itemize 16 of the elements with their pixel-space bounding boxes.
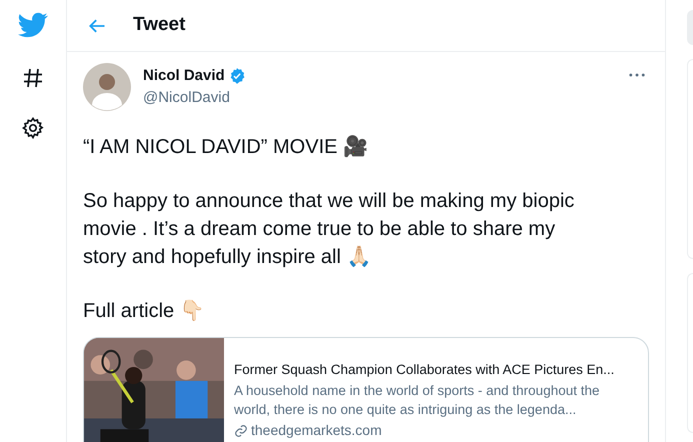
more-options-icon[interactable]	[629, 73, 645, 77]
link-domain: theedgemarkets.com	[251, 421, 382, 440]
link-description: A household name in the world of sports - and throughout the world, there is no one quite as intriguing as the legenda...	[234, 382, 600, 419]
link-title: Former Squash Champion Collaborates with ACE Pictures En...	[234, 361, 616, 379]
settings-icon[interactable]	[21, 116, 45, 140]
link-card[interactable]: Former Squash Champion Collaborates with ACE Pictures En... A household name in the world of sports - and throughout the world, there is no one quite as intriguing as the legenda... theedgemarkets.com	[83, 337, 649, 442]
author-name[interactable]: Nicol David	[143, 64, 225, 87]
hashtag-icon[interactable]	[21, 66, 45, 90]
link-icon	[234, 424, 248, 438]
avatar[interactable]	[83, 63, 131, 111]
author-handle: @NicolDavid	[143, 88, 231, 108]
bird-logo-icon[interactable]	[18, 10, 48, 40]
page-title: Tweet	[133, 13, 186, 38]
tweet-text: Full article 👇🏻	[83, 299, 206, 324]
tweet-text: “I AM NICOL DAVID” MOVIE 🎥	[83, 134, 370, 160]
tweet-text: So happy to announce that we will be making my biopic movie . It’s a dream come true to be able to share my story and hopefully inspire all 🙏🏻	[83, 189, 576, 270]
